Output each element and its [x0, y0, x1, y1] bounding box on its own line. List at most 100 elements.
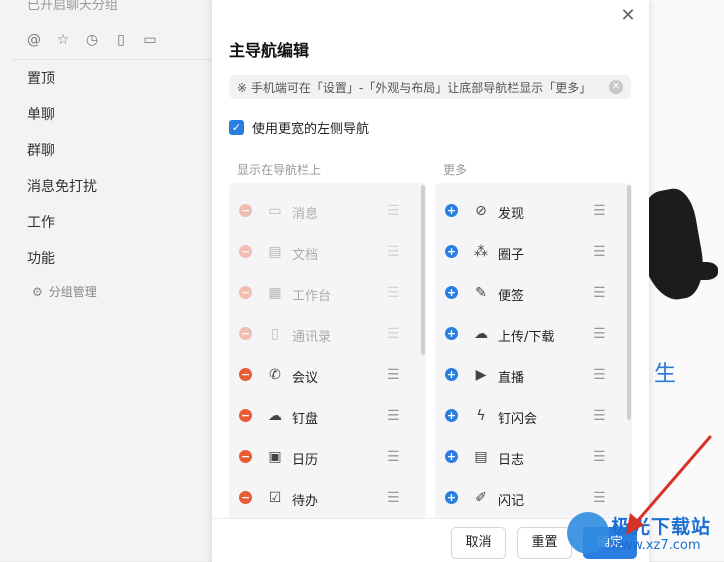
- list-item[interactable]: + ▤ 日志 ☰: [435, 437, 632, 478]
- list-item[interactable]: + ⊘ 发现 ☰: [435, 191, 632, 232]
- list-item[interactable]: + ✎ 便签 ☰: [435, 273, 632, 314]
- circle-icon: ⁂: [474, 244, 488, 260]
- item-label: 通讯录: [292, 330, 332, 345]
- shown-nav-list: − ▭ 消息 ☰ − ▤ 文档 ☰ − ▦ 工作台 ☰ − ▯ 通讯录 ☰ − …: [229, 183, 426, 518]
- annotation-arrow-icon: [626, 435, 712, 535]
- wide-nav-label: 使用更宽的左侧导航: [252, 122, 370, 137]
- sidebar-item-work[interactable]: 工作: [27, 212, 55, 232]
- item-label: 工作台: [292, 289, 332, 304]
- list-item: − ▦ 工作台 ☰: [229, 273, 426, 314]
- left-scrollbar[interactable]: [421, 185, 425, 355]
- remove-icon: −: [239, 286, 252, 299]
- list-item[interactable]: + ▶ 直播 ☰: [435, 355, 632, 396]
- drag-handle-icon[interactable]: ☰: [387, 490, 400, 506]
- dialog-title: 主导航编辑: [229, 41, 310, 60]
- wide-nav-option[interactable]: ✓ 使用更宽的左侧导航: [229, 118, 369, 137]
- add-icon[interactable]: +: [445, 286, 458, 299]
- log-icon: ▤: [474, 449, 488, 465]
- sidebar-icon-row: @ ☆ ◷ ▯ ▭: [26, 32, 158, 48]
- sidebar-item-group-chat[interactable]: 群聊: [27, 140, 55, 160]
- doc-icon[interactable]: ▭: [142, 32, 158, 48]
- todo-icon: ☑: [268, 490, 282, 506]
- list-item[interactable]: + ϟ 钉闪会 ☰: [435, 396, 632, 437]
- add-icon[interactable]: +: [445, 327, 458, 340]
- group-manage-link[interactable]: ⚙ 分组管理: [32, 283, 97, 300]
- contacts-icon: ▯: [271, 326, 279, 342]
- list-item[interactable]: + ⁂ 圈子 ☰: [435, 232, 632, 273]
- list-item[interactable]: − ▣ 日历 ☰: [229, 437, 426, 478]
- add-icon[interactable]: +: [445, 450, 458, 463]
- item-label: 钉盘: [292, 412, 319, 427]
- remove-icon: −: [239, 327, 252, 340]
- sidebar-item-single-chat[interactable]: 单聊: [27, 104, 55, 124]
- item-label: 圈子: [498, 248, 525, 263]
- sidebar-item-do-not-disturb[interactable]: 消息免打扰: [27, 176, 97, 196]
- item-label: 日历: [292, 453, 319, 468]
- star-icon[interactable]: ☆: [55, 32, 71, 48]
- workbench-icon: ▦: [268, 285, 282, 301]
- drag-handle-icon[interactable]: ☰: [593, 203, 606, 219]
- drag-handle-icon[interactable]: ☰: [593, 326, 606, 342]
- drag-handle-icon[interactable]: ☰: [387, 367, 400, 383]
- meeting-icon: ✆: [269, 367, 281, 383]
- clock-icon[interactable]: ◷: [84, 32, 100, 48]
- remove-icon[interactable]: −: [239, 368, 252, 381]
- more-nav-list: + ⊘ 发现 ☰ + ⁂ 圈子 ☰ + ✎ 便签 ☰ + ☁ 上传/下载 ☰ +…: [435, 183, 632, 518]
- live-icon: ▶: [475, 367, 487, 383]
- remove-icon: −: [239, 204, 252, 217]
- background-text: 生: [654, 362, 677, 387]
- drag-handle-icon[interactable]: ☰: [387, 408, 400, 424]
- checkbox-checked-icon[interactable]: ✓: [229, 120, 244, 135]
- sidebar-item-pinned[interactable]: 置顶: [27, 68, 55, 88]
- sidebar-item-functions[interactable]: 功能: [27, 248, 55, 268]
- close-icon[interactable]: ✕: [620, 7, 636, 25]
- drag-handle-icon[interactable]: ☰: [593, 449, 606, 465]
- drag-handle-icon: ☰: [387, 203, 400, 219]
- remove-icon[interactable]: −: [239, 491, 252, 504]
- add-icon[interactable]: +: [445, 368, 458, 381]
- item-label: 日志: [498, 453, 525, 468]
- item-label: 文档: [292, 248, 319, 263]
- item-label: 直播: [498, 371, 525, 386]
- nav-edit-dialog: ✕ 主导航编辑 ※ 手机端可在「设置」-「外观与布局」让底部导航栏显示「更多」 …: [212, 0, 649, 562]
- cancel-button[interactable]: 取消: [451, 527, 506, 559]
- upload-download-icon: ☁: [474, 326, 488, 342]
- flash-meeting-icon: ϟ: [476, 408, 486, 424]
- add-icon[interactable]: +: [445, 409, 458, 422]
- drag-handle-icon[interactable]: ☰: [593, 408, 606, 424]
- compass-icon: ⊘: [475, 203, 487, 219]
- illustration-part: [688, 262, 718, 280]
- list-item[interactable]: + ☁ 上传/下载 ☰: [435, 314, 632, 355]
- file-icon[interactable]: ▯: [113, 32, 129, 48]
- add-icon[interactable]: +: [445, 491, 458, 504]
- reset-button[interactable]: 重置: [517, 527, 572, 559]
- item-label: 便签: [498, 289, 525, 304]
- list-item: − ▭ 消息 ☰: [229, 191, 426, 232]
- sidebar-status-text: 已开启聊天分组: [27, 0, 119, 13]
- list-item[interactable]: − ✆ 会议 ☰: [229, 355, 426, 396]
- drag-handle-icon[interactable]: ☰: [387, 449, 400, 465]
- remove-icon[interactable]: −: [239, 409, 252, 422]
- tip-close-icon[interactable]: ✕: [609, 80, 623, 94]
- list-item[interactable]: + ✐ 闪记 ☰: [435, 478, 632, 518]
- at-icon[interactable]: @: [26, 32, 42, 48]
- right-scrollbar[interactable]: [627, 185, 631, 420]
- add-icon[interactable]: +: [445, 204, 458, 217]
- item-label: 钉闪会: [498, 412, 538, 427]
- calendar-icon: ▣: [268, 449, 282, 465]
- drag-handle-icon[interactable]: ☰: [593, 367, 606, 383]
- tip-banner: ※ 手机端可在「设置」-「外观与布局」让底部导航栏显示「更多」 ✕: [229, 75, 631, 99]
- list-item: − ▤ 文档 ☰: [229, 232, 426, 273]
- item-label: 消息: [292, 207, 319, 222]
- list-item[interactable]: − ☑ 待办 ☰: [229, 478, 426, 518]
- list-item[interactable]: − ☁ 钉盘 ☰: [229, 396, 426, 437]
- list-item: − ▯ 通讯录 ☰: [229, 314, 426, 355]
- drag-handle-icon[interactable]: ☰: [593, 285, 606, 301]
- drag-handle-icon[interactable]: ☰: [593, 490, 606, 506]
- add-icon[interactable]: +: [445, 245, 458, 258]
- sidebar: 已开启聊天分组 @ ☆ ◷ ▯ ▭ 置顶 单聊 群聊 消息免打扰 工作 功能 ⚙…: [0, 0, 212, 561]
- sidebar-divider: [12, 59, 212, 60]
- drag-handle-icon[interactable]: ☰: [593, 244, 606, 260]
- item-label: 上传/下载: [498, 330, 555, 345]
- remove-icon[interactable]: −: [239, 450, 252, 463]
